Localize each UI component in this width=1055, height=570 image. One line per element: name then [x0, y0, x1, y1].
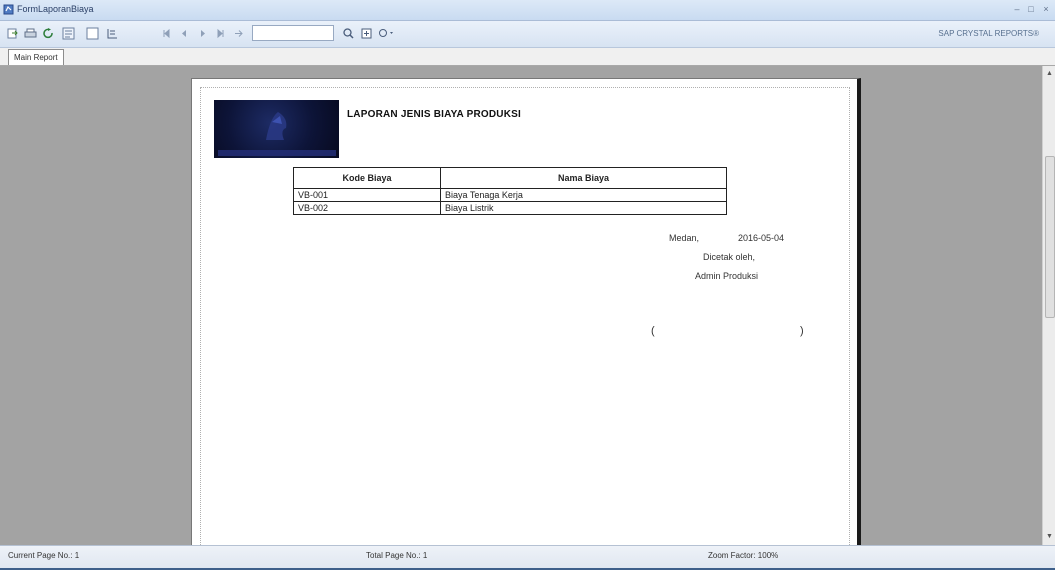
maximize-button[interactable]: □ — [1025, 3, 1037, 16]
title-bar: FormLaporanBiaya – □ × — [0, 0, 1055, 21]
signature-open-paren: ( — [651, 325, 655, 337]
cell-nama: Biaya Tenaga Kerja — [440, 188, 727, 202]
report-title: LAPORAN JENIS BIAYA PRODUKSI — [347, 109, 521, 120]
scroll-down-icon[interactable]: ▼ — [1043, 531, 1055, 543]
status-bar: Current Page No.: 1 Total Page No.: 1 Zo… — [0, 545, 1055, 570]
cell-kode: VB-002 — [293, 201, 441, 215]
biaya-table: Kode Biaya Nama Biaya VB-001 Biaya Tenag… — [293, 167, 727, 215]
zoom-dropdown-icon[interactable] — [378, 27, 396, 40]
find-icon[interactable] — [342, 27, 355, 40]
signer-name: Admin Produksi — [695, 271, 759, 281]
next-page-icon[interactable] — [196, 27, 209, 40]
printed-by-label: Dicetak oleh, — [703, 252, 756, 262]
page-number-input[interactable] — [252, 25, 334, 41]
table-row: VB-001 Biaya Tenaga Kerja — [293, 188, 727, 202]
brand-label: SAP CRYSTAL REPORTS® — [938, 29, 1039, 38]
total-page-status: Total Page No.: 1 — [366, 551, 428, 560]
window-title: FormLaporanBiaya — [17, 4, 94, 14]
cell-nama: Biaya Listrik — [440, 201, 727, 215]
first-page-icon[interactable] — [160, 27, 173, 40]
cell-kode: VB-001 — [293, 188, 441, 202]
close-button[interactable]: × — [1040, 3, 1052, 16]
current-page-status: Current Page No.: 1 — [8, 551, 80, 560]
prev-page-icon[interactable] — [178, 27, 191, 40]
report-viewer[interactable]: LAPORAN JENIS BIAYA PRODUKSI Kode Biaya … — [0, 66, 1042, 545]
report-date: 2016-05-04 — [738, 233, 785, 243]
refresh-icon[interactable] — [42, 27, 55, 40]
app-icon — [3, 4, 14, 15]
last-page-icon[interactable] — [214, 27, 227, 40]
city-label: Medan, — [669, 233, 700, 243]
group-tree-icon[interactable] — [86, 27, 99, 40]
toolbar: SAP CRYSTAL REPORTS® — [0, 21, 1055, 48]
table-row: VB-002 Biaya Listrik — [293, 201, 727, 215]
minimize-button[interactable]: – — [1011, 3, 1023, 16]
report-page: LAPORAN JENIS BIAYA PRODUKSI Kode Biaya … — [191, 78, 861, 545]
vertical-scrollbar[interactable]: ▲ ▼ — [1042, 66, 1055, 545]
tab-strip: Main Report — [0, 48, 1055, 66]
toggle-tree-icon[interactable] — [62, 27, 75, 40]
zoom-factor-status: Zoom Factor: 100% — [708, 551, 779, 560]
col-kode-biaya: Kode Biaya — [293, 167, 441, 189]
scroll-thumb[interactable] — [1045, 156, 1055, 318]
parameter-icon[interactable] — [106, 27, 119, 40]
signature-close-paren: ) — [800, 325, 804, 337]
print-icon[interactable] — [24, 27, 37, 40]
tab-main-report[interactable]: Main Report — [8, 49, 64, 65]
company-logo — [214, 100, 339, 158]
scroll-up-icon[interactable]: ▲ — [1043, 68, 1055, 80]
logo-caption — [218, 150, 336, 156]
table-header-row: Kode Biaya Nama Biaya — [293, 167, 727, 189]
goto-page-icon[interactable] — [232, 27, 245, 40]
col-nama-biaya: Nama Biaya — [440, 167, 727, 189]
zoom-icon[interactable] — [360, 27, 373, 40]
export-icon[interactable] — [6, 27, 19, 40]
